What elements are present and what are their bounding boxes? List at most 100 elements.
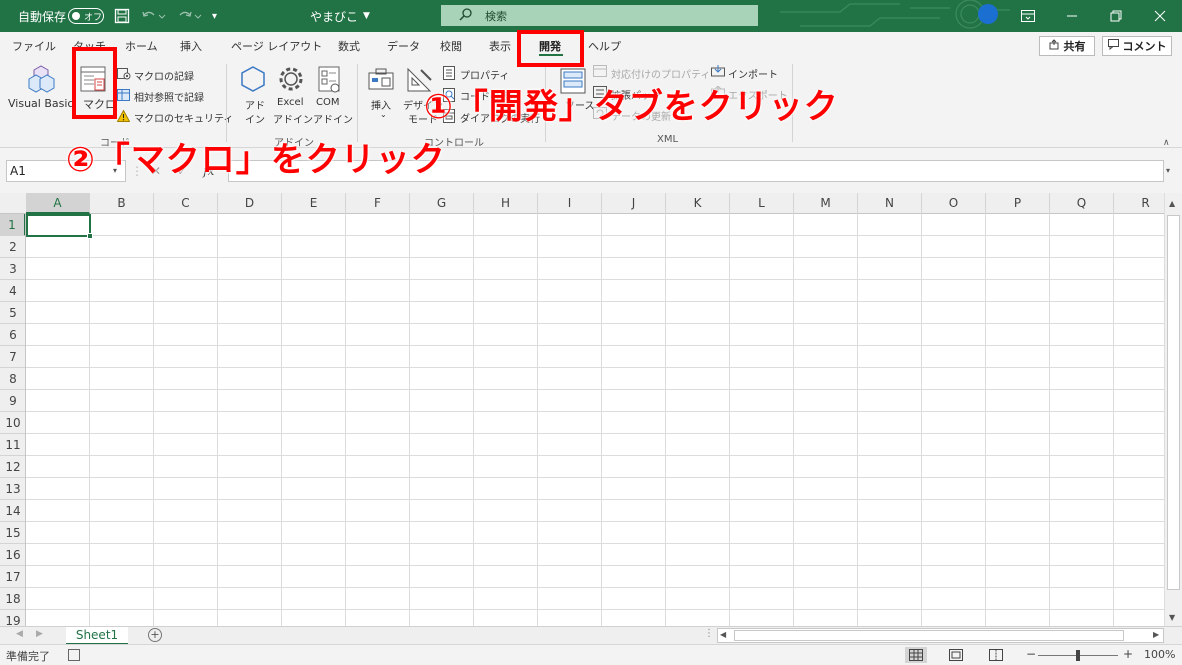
row-header[interactable]: 9 bbox=[0, 390, 25, 412]
row-header[interactable]: 5 bbox=[0, 302, 25, 324]
record-macro-icon[interactable] bbox=[117, 68, 131, 83]
scroll-left-icon[interactable]: ◀ bbox=[720, 630, 726, 639]
chevron-down-icon[interactable]: ▾ bbox=[1166, 166, 1170, 175]
scroll-right-icon[interactable]: ▶ bbox=[1153, 630, 1159, 639]
tab-data[interactable]: データ bbox=[387, 38, 420, 54]
column-header[interactable]: Q bbox=[1050, 193, 1114, 214]
zoom-slider-thumb[interactable] bbox=[1076, 650, 1080, 661]
tab-view[interactable]: 表示 bbox=[489, 38, 511, 54]
normal-view-icon[interactable] bbox=[905, 647, 927, 663]
column-header[interactable]: K bbox=[666, 193, 730, 214]
excel-addin-label-1[interactable]: Excel bbox=[277, 97, 304, 108]
minimize-icon[interactable] bbox=[1050, 0, 1094, 32]
warning-icon[interactable] bbox=[116, 109, 131, 125]
sheet-tab-sheet1[interactable]: Sheet1 bbox=[66, 627, 128, 645]
chevron-down-icon[interactable]: ⌄ bbox=[380, 110, 387, 119]
undo-icon[interactable] bbox=[140, 0, 166, 32]
tab-review[interactable]: 校閲 bbox=[440, 38, 462, 54]
cell-grid[interactable] bbox=[26, 214, 1164, 626]
record-macro-label[interactable]: マクロの記録 bbox=[134, 68, 194, 83]
tab-home[interactable]: ホーム bbox=[125, 38, 158, 54]
restore-icon[interactable] bbox=[1094, 0, 1138, 32]
scroll-up-icon[interactable]: ▲ bbox=[1169, 199, 1175, 208]
redo-icon[interactable] bbox=[176, 0, 202, 32]
row-header[interactable]: 13 bbox=[0, 478, 25, 500]
save-icon[interactable] bbox=[114, 0, 130, 32]
row-header[interactable]: 14 bbox=[0, 500, 25, 522]
active-cell-cursor[interactable] bbox=[26, 214, 93, 239]
addin-label-2[interactable]: イン bbox=[245, 111, 265, 126]
column-header[interactable]: D bbox=[218, 193, 282, 214]
visual-basic-label[interactable]: Visual Basic bbox=[8, 97, 73, 110]
column-header[interactable]: O bbox=[922, 193, 986, 214]
column-header[interactable]: H bbox=[474, 193, 538, 214]
comment-button[interactable]: コメント bbox=[1102, 36, 1172, 56]
tab-split-handle[interactable]: ⋮ bbox=[704, 628, 714, 639]
addin-icon[interactable] bbox=[240, 66, 266, 95]
tab-insert[interactable]: 挿入 bbox=[180, 38, 202, 54]
sheet-prev-icon[interactable]: ◀ bbox=[16, 629, 23, 639]
tab-page-layout[interactable]: ページ レイアウト bbox=[231, 38, 322, 54]
scroll-down-icon[interactable]: ▼ bbox=[1169, 613, 1175, 622]
column-header[interactable]: I bbox=[538, 193, 602, 214]
column-header[interactable]: M bbox=[794, 193, 858, 214]
tab-formulas[interactable]: 数式 bbox=[338, 38, 360, 54]
zoom-in-icon[interactable]: + bbox=[1123, 647, 1133, 661]
column-header[interactable]: F bbox=[346, 193, 410, 214]
relative-ref-label[interactable]: 相対参照で記録 bbox=[134, 89, 204, 104]
row-header[interactable]: 16 bbox=[0, 544, 25, 566]
row-header[interactable]: 2 bbox=[0, 236, 25, 258]
macro-security-label[interactable]: マクロのセキュリティ bbox=[134, 110, 233, 125]
com-addin-label-1[interactable]: COM bbox=[316, 97, 339, 108]
sheet-next-icon[interactable]: ▶ bbox=[36, 629, 43, 639]
visual-basic-icon[interactable] bbox=[26, 64, 56, 97]
row-header[interactable]: 8 bbox=[0, 368, 25, 390]
row-header[interactable]: 4 bbox=[0, 280, 25, 302]
horizontal-scroll-thumb[interactable] bbox=[734, 630, 1124, 641]
column-header[interactable]: P bbox=[986, 193, 1050, 214]
page-layout-view-icon[interactable] bbox=[945, 647, 967, 663]
column-header[interactable]: J bbox=[602, 193, 666, 214]
ribbon-display-icon[interactable] bbox=[1006, 0, 1050, 32]
column-header[interactable]: A bbox=[26, 193, 90, 214]
share-button[interactable]: 共有 bbox=[1039, 36, 1095, 56]
row-header[interactable]: 18 bbox=[0, 588, 25, 610]
row-header[interactable]: 11 bbox=[0, 434, 25, 456]
tab-file[interactable]: ファイル bbox=[12, 38, 56, 54]
scroll-thumb[interactable] bbox=[1167, 215, 1180, 590]
row-header[interactable]: 12 bbox=[0, 456, 25, 478]
row-header[interactable]: 6 bbox=[0, 324, 25, 346]
excel-addin-label-2[interactable]: アドイン bbox=[273, 111, 313, 126]
column-header[interactable]: L bbox=[730, 193, 794, 214]
row-header[interactable]: 3 bbox=[0, 258, 25, 280]
row-header[interactable]: 1 bbox=[0, 214, 25, 236]
column-header[interactable]: G bbox=[410, 193, 474, 214]
com-addin-icon[interactable] bbox=[318, 66, 342, 97]
column-header[interactable]: C bbox=[154, 193, 218, 214]
add-sheet-icon[interactable]: + bbox=[148, 628, 162, 642]
row-header[interactable]: 7 bbox=[0, 346, 25, 368]
zoom-out-icon[interactable]: − bbox=[1026, 647, 1036, 661]
fill-handle[interactable] bbox=[87, 233, 93, 239]
page-break-view-icon[interactable] bbox=[985, 647, 1007, 663]
row-header[interactable]: 15 bbox=[0, 522, 25, 544]
zoom-level[interactable]: 100% bbox=[1144, 648, 1175, 661]
relative-ref-icon[interactable] bbox=[117, 89, 130, 104]
column-header[interactable]: N bbox=[858, 193, 922, 214]
column-header[interactable]: E bbox=[282, 193, 346, 214]
tab-help[interactable]: ヘルプ bbox=[588, 38, 621, 54]
macro-recording-icon[interactable] bbox=[68, 649, 80, 661]
row-header[interactable]: 10 bbox=[0, 412, 25, 434]
vertical-scrollbar[interactable]: ▲ ▼ bbox=[1164, 193, 1182, 626]
row-header[interactable]: 17 bbox=[0, 566, 25, 588]
close-icon[interactable] bbox=[1138, 0, 1182, 32]
column-header[interactable]: B bbox=[90, 193, 154, 214]
import-icon[interactable] bbox=[711, 65, 725, 80]
customize-qat-icon[interactable]: ▾ bbox=[212, 0, 224, 32]
row-header[interactable]: 19 bbox=[0, 610, 25, 626]
excel-addin-gear-icon[interactable] bbox=[277, 65, 305, 96]
document-title[interactable]: やまびこ ▼ bbox=[310, 0, 370, 32]
search-box[interactable]: 検索 bbox=[441, 5, 758, 26]
insert-control-icon[interactable] bbox=[368, 68, 396, 95]
com-addin-label-2[interactable]: アドイン bbox=[313, 111, 353, 126]
